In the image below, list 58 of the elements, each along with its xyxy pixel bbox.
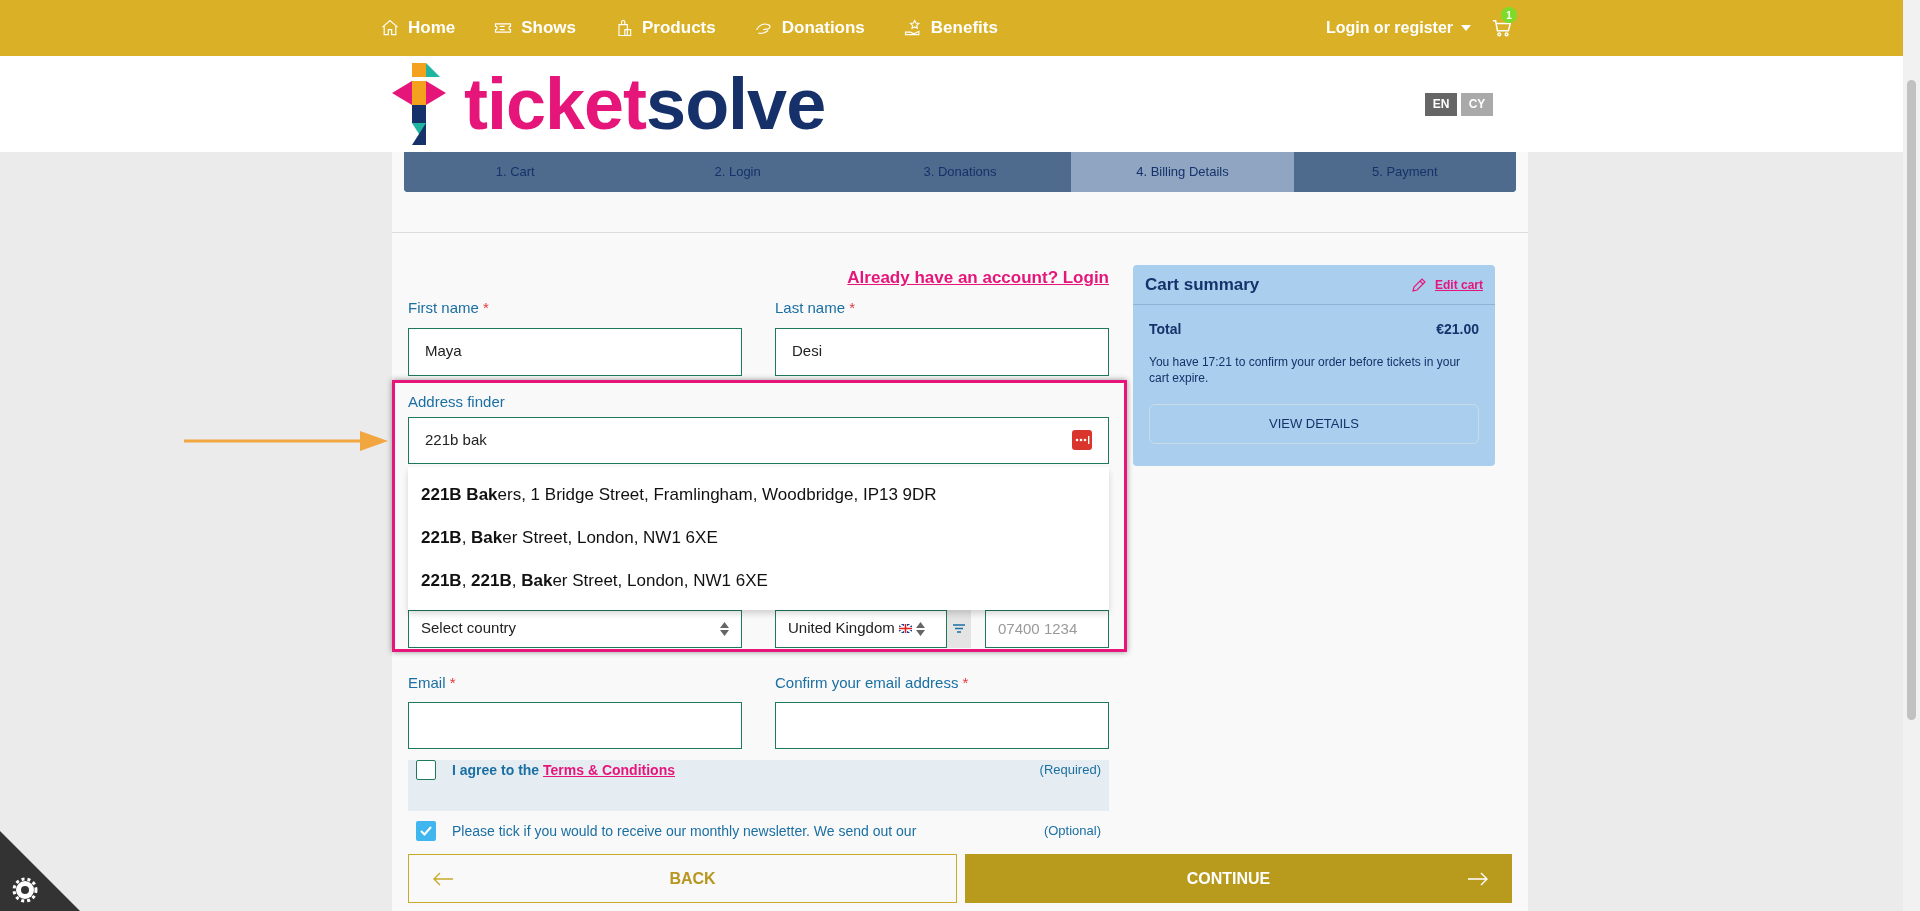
text-field[interactable] — [408, 702, 742, 749]
edit-cart-link[interactable]: Edit cart — [1435, 275, 1483, 294]
nav-link[interactable]: Shows — [493, 15, 577, 41]
text-field[interactable]: Maya — [408, 327, 742, 376]
field-label: Last name * — [775, 298, 857, 318]
field-label: Email * — [408, 672, 457, 693]
consent-text: I agree to the Terms & Conditions — [452, 761, 676, 780]
total-label: Total — [1149, 320, 1182, 339]
sort-arrows-icon — [915, 621, 925, 636]
address-suggestion[interactable]: 221B, Baker Street, London, NW1 6XE — [421, 525, 718, 551]
card-title: Cart summary — [1145, 273, 1260, 296]
consent-note: (Optional) — [1043, 822, 1101, 840]
settings-corner-icon[interactable] — [0, 831, 80, 911]
phone-field[interactable]: 07400 1234 — [985, 609, 1109, 648]
checkbox[interactable] — [416, 821, 436, 841]
terms-link[interactable]: Terms & Conditions — [543, 762, 675, 778]
consent-note: (Required) — [1039, 761, 1101, 779]
text-field[interactable] — [775, 702, 1109, 749]
language-button[interactable]: CY — [1461, 92, 1493, 116]
field-label: Confirm your email address * — [775, 672, 970, 693]
expiry-message: You have 17:21 to confirm your order before tickets in your cart expire. — [1149, 354, 1462, 386]
country-select[interactable]: Select country — [408, 609, 742, 648]
nav-link[interactable]: Donations — [753, 15, 865, 41]
nav-link[interactable]: Benefits — [902, 15, 998, 41]
filter-button[interactable] — [947, 609, 971, 648]
field-label: Address finder — [408, 392, 506, 411]
check-icon — [420, 826, 432, 836]
home-icon — [380, 18, 400, 38]
sort-arrows-icon — [720, 621, 729, 636]
more-icon[interactable] — [1072, 430, 1092, 450]
filter-icon — [953, 624, 965, 633]
address-suggestion[interactable]: 221B, 221B, Baker Street, London, NW1 6XE — [421, 568, 768, 594]
continue-button[interactable]: CONTINUE — [965, 854, 1512, 903]
address-suggestion[interactable]: 221B Bakers, 1 Bridge Street, Framlingham, Woodbridge, IP13 9DR — [421, 482, 937, 508]
consent-text: Please tick if you would to receive our monthly newsletter. We send out our — [452, 822, 918, 841]
cart-count-badge: 1 — [1501, 7, 1517, 23]
text-field[interactable]: Desi — [775, 327, 1109, 376]
star-icon — [902, 18, 923, 38]
flag-icon — [898, 624, 912, 633]
checkout-step[interactable]: 4. Billing Details — [1071, 152, 1294, 192]
phone-country-select[interactable]: United Kingdom — [775, 609, 947, 648]
field-label: First name * — [408, 298, 490, 318]
arrow-left-icon — [433, 871, 453, 886]
caret-icon — [1461, 25, 1471, 31]
view-details-button[interactable]: VIEW DETAILS — [1149, 404, 1479, 444]
total-amount: €21.00 — [1436, 320, 1479, 339]
account-menu[interactable]: Login or register — [1325, 16, 1471, 40]
checkbox[interactable] — [416, 760, 436, 780]
address-finder-field[interactable]: 221b bak — [408, 416, 1109, 464]
nav-link[interactable]: Products — [614, 15, 716, 41]
logo-text: ticketsolve — [464, 68, 826, 140]
pencil-icon — [1411, 276, 1427, 293]
language-button[interactable]: EN — [1425, 92, 1457, 116]
back-button[interactable]: BACK — [408, 854, 957, 903]
logo[interactable]: ticketsolve — [392, 63, 826, 145]
nav-link[interactable]: Home — [380, 15, 456, 41]
login-link[interactable]: Already have an account? Login — [847, 265, 1109, 287]
arrow-right-icon — [1468, 871, 1488, 886]
